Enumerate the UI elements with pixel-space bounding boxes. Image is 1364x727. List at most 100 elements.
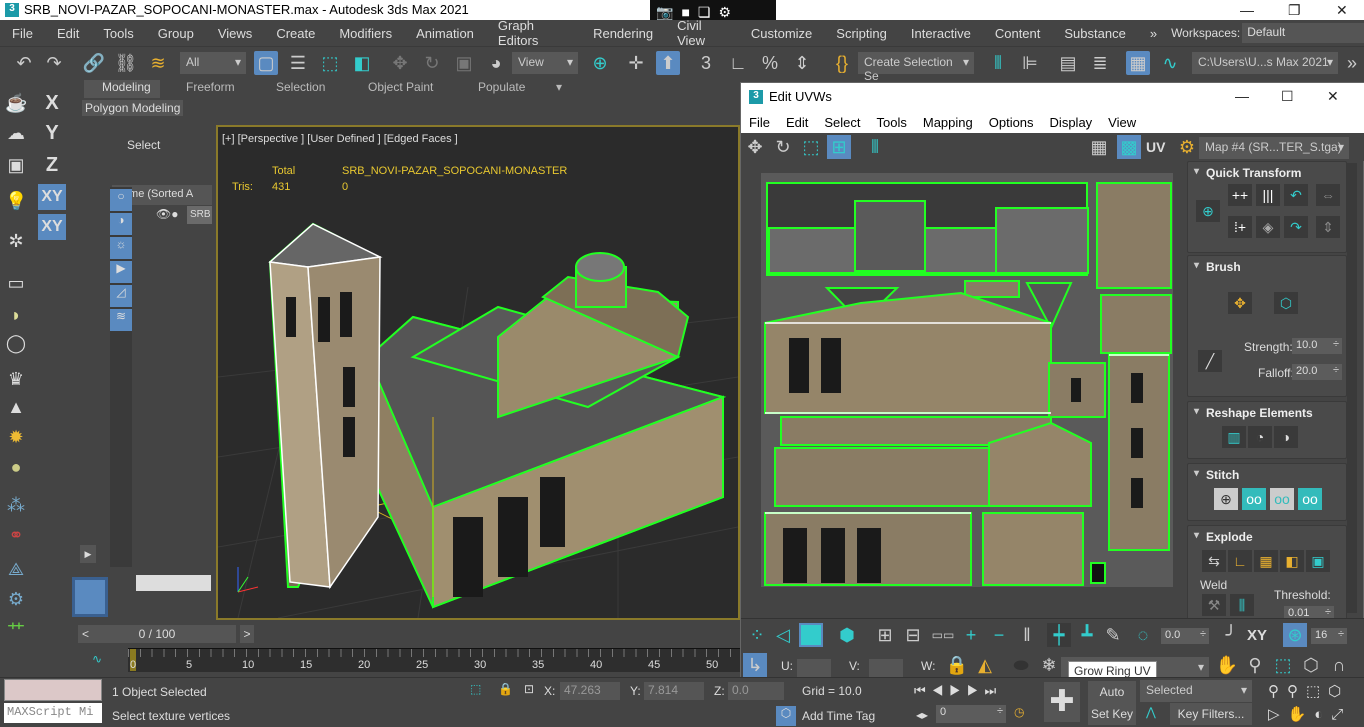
explode-by-grid-icon[interactable]: ▦	[1254, 550, 1278, 572]
align-horizontal-icon[interactable]: ++	[1228, 184, 1252, 206]
hide-icon[interactable]: ◭	[973, 653, 997, 677]
menu-scripting[interactable]: Scripting	[824, 26, 899, 41]
sun-icon[interactable]: ✹	[5, 426, 27, 448]
grass-icon[interactable]: ⺾	[5, 620, 27, 642]
stitch-header[interactable]: Stitch	[1194, 468, 1239, 482]
project-folder-dropdown[interactable]: C:\Users\U...s Max 2021	[1192, 52, 1338, 74]
paint-move-icon[interactable]: ✥	[1228, 292, 1252, 314]
select-manipulate-icon[interactable]: ✛	[624, 51, 648, 75]
render-icon[interactable]: ▣	[5, 154, 27, 176]
molecule-icon[interactable]: ⚭	[5, 524, 27, 546]
display-all-icon[interactable]: ○	[110, 189, 132, 211]
snaps-toggle-icon[interactable]: 3	[694, 51, 718, 75]
auto-key-button[interactable]: Auto Key	[1088, 681, 1136, 721]
stitch-to-average-icon[interactable]: ⊕	[1214, 488, 1238, 510]
grow-selection-icon[interactable]: ⊞	[873, 623, 897, 647]
explode-by-material-icon[interactable]: ◧	[1280, 550, 1304, 572]
curve-editor-mini-icon[interactable]: ∿	[92, 652, 102, 666]
explode-by-angle-icon[interactable]: ∟	[1228, 550, 1252, 572]
bind-space-warp-icon[interactable]: ≋	[146, 51, 170, 75]
display-lights-icon[interactable]: ☼	[110, 237, 132, 259]
stitch-to-target-icon[interactable]: oo	[1270, 488, 1294, 510]
explorer-horizontal-scrollbar[interactable]	[136, 575, 211, 591]
menu-modifiers[interactable]: Modifiers	[327, 26, 404, 41]
paint-select-icon[interactable]: ✎	[1101, 623, 1125, 647]
sphere-icon[interactable]: ◗	[5, 304, 27, 326]
pivot-icon[interactable]: ⊕	[588, 51, 612, 75]
restore-button[interactable]: ❐	[1288, 2, 1301, 19]
shrink-loop-icon[interactable]: −	[987, 623, 1011, 647]
display-geometry-icon[interactable]: ◑	[110, 213, 132, 235]
explorer-toggle-button[interactable]	[72, 577, 108, 617]
edge-loop-icon[interactable]: ▭▭	[931, 623, 955, 647]
menu-create[interactable]: Create	[264, 26, 327, 41]
menu-customize[interactable]: Customize	[739, 26, 824, 41]
compound-icon[interactable]: ⟁	[5, 558, 27, 580]
zoom-region-icon[interactable]: ⬚	[1271, 653, 1295, 677]
relax-settings-icon[interactable]: ◑	[1274, 426, 1298, 448]
zoom-icon[interactable]: ⚲	[1243, 653, 1267, 677]
more-tools-icon[interactable]: »	[1340, 51, 1364, 75]
reshape-elements-header[interactable]: Reshape Elements	[1194, 406, 1313, 420]
unlink-icon[interactable]: ⛓	[114, 51, 138, 75]
time-configuration-icon[interactable]: ◷	[1014, 705, 1024, 719]
sphere-light-icon[interactable]: ●	[5, 456, 27, 478]
teapot-icon[interactable]: ☕	[5, 92, 27, 114]
scene-explorer-icon[interactable]: ▤	[1056, 51, 1080, 75]
scene-item-srb[interactable]: SRB	[187, 206, 212, 224]
weld-selected-icon[interactable]: ⚒	[1202, 594, 1226, 616]
edge-ring-icon[interactable]: ‖	[1015, 623, 1039, 647]
rotate-cw-icon[interactable]: ↷	[1284, 216, 1308, 238]
falloff-space-label[interactable]: XY	[1247, 627, 1267, 644]
menu-substance[interactable]: Substance	[1052, 26, 1137, 41]
grow-ring-icon[interactable]: ┿	[1047, 623, 1071, 647]
maxscript-listener[interactable]	[4, 679, 102, 701]
u-field[interactable]	[797, 659, 831, 677]
next-frame-icon[interactable]: >	[240, 625, 254, 643]
show-map-icon[interactable]: ▩	[1117, 135, 1141, 159]
uvw-menu-display[interactable]: Display	[1042, 115, 1101, 130]
selection-filter-dropdown[interactable]: All	[180, 52, 246, 74]
uvw-menu-mapping[interactable]: Mapping	[915, 115, 981, 130]
rotate-ccw-icon[interactable]: ↶	[1284, 184, 1308, 206]
percent-snap-icon[interactable]: %	[758, 51, 782, 75]
mirror-icon[interactable]: ⫴	[986, 51, 1010, 75]
panel-polygon-modeling[interactable]: Polygon Modeling	[82, 100, 184, 116]
face-mode-icon[interactable]	[799, 623, 823, 647]
menu-views[interactable]: Views	[206, 26, 264, 41]
absolute-offset-icon[interactable]: ↳	[743, 653, 767, 677]
constrain-y-button[interactable]: Y	[38, 120, 66, 146]
grid-count-spinner[interactable]: 16	[1311, 628, 1347, 644]
edit-named-selection-icon[interactable]: {}	[830, 51, 854, 75]
menu-file[interactable]: File	[0, 26, 45, 41]
explode-header[interactable]: Explode	[1194, 530, 1253, 544]
time-config-arrows-icon[interactable]: ◂▸	[916, 708, 928, 722]
circle-icon[interactable]: ◯	[5, 332, 27, 354]
uvw-menu-file[interactable]: File	[741, 115, 778, 130]
isolate-icon[interactable]: ⬬	[1009, 653, 1033, 677]
particles-icon[interactable]: ⁂	[5, 494, 27, 516]
relax-icon[interactable]: ◔	[1248, 426, 1272, 448]
uvw-minimize-button[interactable]: —	[1235, 88, 1249, 104]
uv-freeform-icon[interactable]: ⊞	[827, 135, 851, 159]
viewport-nav-bottom[interactable]: ▷✋◐⤢	[1268, 705, 1351, 723]
uvw-menu-select[interactable]: Select	[816, 115, 868, 130]
menu-rendering[interactable]: Rendering	[581, 26, 665, 41]
uv-move-icon[interactable]: ✥	[743, 135, 767, 159]
visibility-eye-icon[interactable]: 👁●	[156, 207, 178, 221]
map-settings-icon[interactable]: ⚙	[1175, 135, 1199, 159]
lock-selection-icon[interactable]: 🔒	[945, 653, 969, 677]
box-icon[interactable]: ▭	[5, 272, 27, 294]
uv-editor-canvas[interactable]	[761, 173, 1173, 587]
space-horizontal-icon[interactable]: |||	[1256, 184, 1280, 206]
pan-icon[interactable]: ✋	[1215, 653, 1239, 677]
absolute-mode-icon[interactable]: ⊡	[524, 682, 534, 696]
display-spacewarps-icon[interactable]: ≋	[110, 309, 132, 331]
straighten-icon[interactable]: ▥	[1222, 426, 1246, 448]
select-object-icon[interactable]: ▢	[254, 51, 278, 75]
ribbon-options-icon[interactable]: ▾	[556, 80, 562, 98]
uvw-menu-tools[interactable]: Tools	[869, 115, 915, 130]
expand-panel-button[interactable]: ▶	[80, 545, 96, 563]
v-field[interactable]	[869, 659, 903, 677]
menu-animation[interactable]: Animation	[404, 26, 486, 41]
